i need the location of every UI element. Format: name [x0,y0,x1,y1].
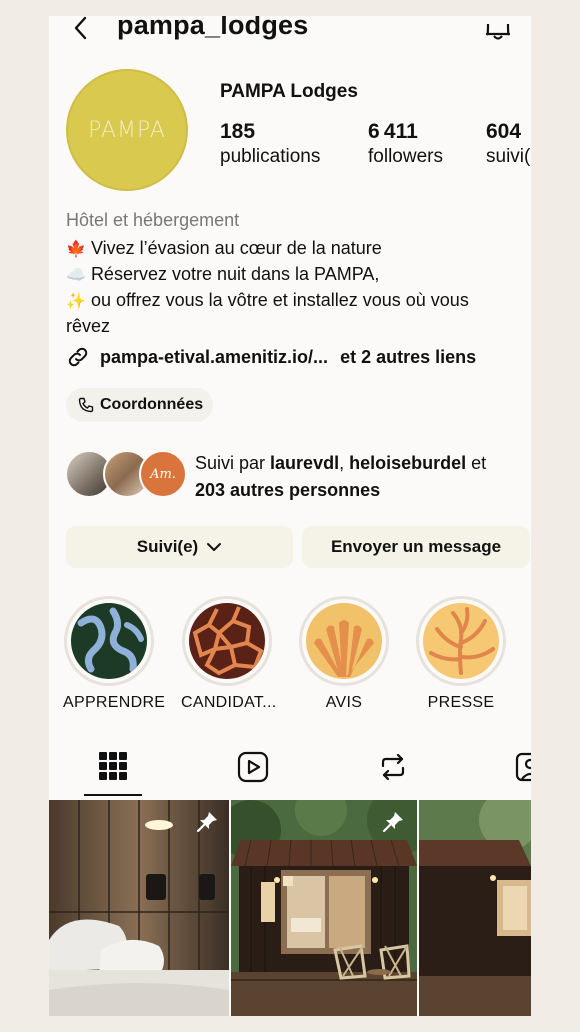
tab-posts-grid[interactable] [84,738,142,796]
posts-grid [49,800,531,1016]
link-icon [68,347,88,367]
follower-avatar: Am. [139,450,187,498]
highlight-cover [71,603,147,679]
display-name: PAMPA Lodges [220,81,358,102]
follower-username: heloiseburdel [349,453,467,473]
stat-label: followers [368,146,443,167]
more-links[interactable]: et 2 autres liens [340,347,476,368]
reels-icon [237,751,269,783]
stat-followers[interactable]: 6 411 followers [368,120,443,170]
chevron-down-icon [207,543,222,551]
profile-link[interactable]: pampa-etival.amenitiz.io/... et 2 autres… [66,345,476,369]
tab-reposts[interactable] [364,738,422,796]
stat-number: 6 411 [368,120,418,143]
contact-label: Coordonnées [100,396,204,413]
profile-screen: pampa_lodges PAMPA PAMPA Lodges 185 publ… [49,16,531,1016]
grid-icon [99,752,127,780]
following-label: Suivi(e) [136,537,199,556]
tab-tagged[interactable] [507,738,531,796]
profile-category: Hôtel et hébergement [66,210,240,230]
highlight-ring [299,596,389,686]
stat-label: suivi(e)s [486,146,531,167]
bio-text: Réservez votre nuit dans la PAMPA, [90,264,380,284]
reposts-icon [381,753,405,781]
avatar-logo-text: PAMPA [88,117,166,143]
message-label: Envoyer un message [330,537,502,556]
highlight-ring [64,596,154,686]
bio-text: Vivez l’évasion au cœur de la nature [90,238,382,258]
pin-icon [196,812,217,833]
top-bar: pampa_lodges [49,16,531,50]
stat-label: publications [220,146,321,167]
profile-avatar[interactable]: PAMPA [66,69,188,191]
sparkles-icon: ✨ [66,291,86,310]
followed-suffix: et [466,453,487,473]
profile-tabs [49,738,531,800]
stat-following[interactable]: 604 suivi(e)s [486,120,531,170]
post-thumbnail[interactable] [231,800,417,1016]
tagged-icon [515,752,531,782]
bio-line: ✨ ou offrez vous la vôtre et installez v… [66,287,531,314]
stat-publications[interactable]: 185 publications [220,120,320,170]
bio-line: rêvez [66,313,531,339]
post-image-cabin-2 [419,800,531,1016]
post-thumbnail[interactable] [419,800,531,1016]
highlight-label: CANDIDAT... [181,694,277,711]
tab-reels[interactable] [224,738,282,796]
highlight-avis[interactable]: AVIS [298,596,390,712]
following-button[interactable]: Suivi(e) [66,526,293,568]
stat-number: 604 [486,120,522,143]
followed-by-text[interactable]: Suivi par laurevdl, heloiseburdel et 203… [195,450,486,504]
link-url[interactable]: pampa-etival.amenitiz.io/... [100,347,328,368]
highlight-label: PRESSE [427,694,495,711]
bio-text: rêvez [66,316,111,336]
others-count: 203 autres personnes [195,480,381,500]
highlight-cover [423,603,499,679]
maple-leaf-icon: 🍁 [66,239,86,258]
stat-number: 185 [220,120,256,143]
contact-button[interactable]: Coordonnées [66,388,214,422]
bio-line: ☁️ Réservez votre nuit dans la PAMPA, [66,261,531,288]
post-thumbnail[interactable] [49,800,229,1016]
phone-icon [78,397,94,413]
username-title: pampa_lodges [117,16,309,40]
bio-text: ou offrez vous la vôtre et installez vou… [90,290,469,310]
bio-line: 🍁 Vivez l’évasion au cœur de la nature [66,235,531,262]
chevron-left-icon[interactable] [69,16,93,40]
highlight-apprendre[interactable]: APPRENDRE [63,596,166,712]
highlight-presse[interactable]: PRESSE [415,596,507,712]
highlight-ring [182,596,272,686]
highlight-candidater[interactable]: CANDIDAT... [181,596,277,712]
message-button[interactable]: Envoyer un message [302,526,530,568]
pin-icon [382,812,403,833]
bell-icon[interactable] [483,16,513,40]
highlight-label: AVIS [325,694,363,711]
cloud-icon: ☁️ [66,265,86,284]
separator: , [339,453,350,473]
avatar-logo-text: Am. [150,466,176,482]
follower-username: laurevdl [270,453,340,473]
highlight-cover [189,603,265,679]
followed-prefix: Suivi par [195,453,271,473]
highlight-ring [416,596,506,686]
highlight-cover [306,603,382,679]
highlight-label: APPRENDRE [63,694,166,711]
